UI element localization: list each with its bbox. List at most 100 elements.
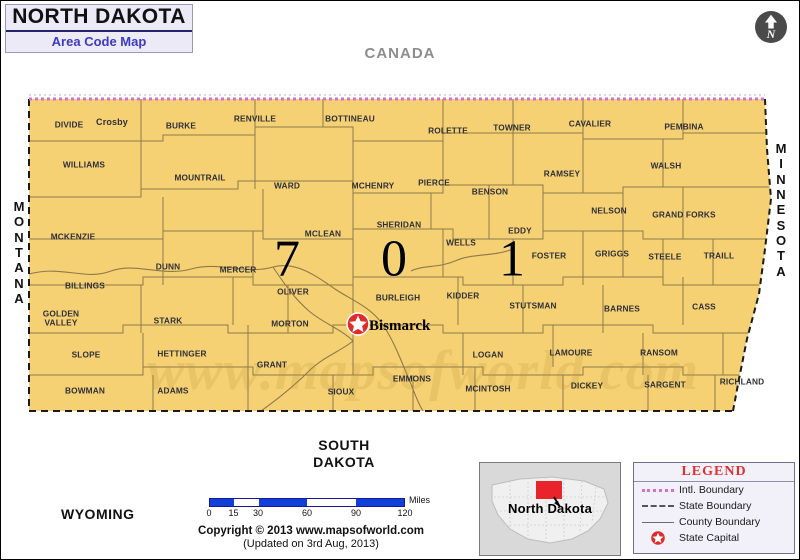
county-label: LAMOURE [549, 347, 593, 358]
area-code-digit-1: 1 [499, 230, 525, 288]
city-label-crosby: Crosby [96, 117, 128, 128]
scale-segment [210, 499, 235, 506]
inset-highlight-north-dakota [536, 481, 562, 499]
county-label: ADAMS [157, 385, 189, 396]
scale-segment [307, 499, 356, 506]
county-label: PIERCE [418, 177, 450, 188]
county-label: RICHLAND [719, 376, 765, 387]
county-label: ROLETTE [428, 125, 468, 136]
county-label: FOSTER [531, 250, 567, 261]
svg-text:N: N [766, 27, 777, 41]
copyright-line-2: (Updated on 3rd Aug, 2013) [243, 538, 379, 550]
county-label: WALSH [650, 160, 682, 171]
label-south-dakota: SOUTH DAKOTA [289, 437, 399, 470]
legend-label-intl-boundary: Intl. Boundary [679, 484, 744, 496]
legend-label-county-boundary: County Boundary [679, 516, 761, 528]
label-south-dakota-line1: SOUTH [318, 437, 370, 453]
county-label: GRIGGS [594, 248, 630, 259]
state-capital-star-icon [345, 311, 371, 342]
county-label: MERCER [219, 264, 257, 275]
county-label: TRAILL [703, 250, 735, 261]
county-label: SHERIDAN [376, 219, 422, 230]
county-label: GRANT [256, 359, 288, 370]
legend-row-county-boundary: County Boundary [634, 514, 794, 530]
label-wyoming: WYOMING [61, 506, 135, 522]
county-label: BILLINGS [65, 280, 105, 291]
scale-tick-label: 15 [228, 508, 239, 518]
county-label: SARGENT [644, 379, 686, 390]
county-boundary-swatch-icon [641, 521, 675, 523]
county-label: BARNES [604, 303, 640, 314]
scale-segment [355, 499, 404, 506]
county-label: EMMONS [392, 373, 432, 384]
capital-label-bismarck: Bismarck [369, 318, 431, 334]
county-label: NELSON [591, 205, 627, 216]
legend-title: LEGEND [634, 463, 794, 482]
page-title: NORTH DAKOTA [6, 5, 192, 33]
county-label: BOWMAN [64, 385, 106, 396]
county-label: MCINTOSH [465, 383, 511, 394]
county-label: WARD [274, 180, 300, 191]
scale-segment [258, 499, 307, 506]
county-label: HETTINGER [157, 348, 207, 359]
county-label: MCHENRY [351, 180, 395, 191]
county-label: MOUNTRAIL [174, 172, 226, 183]
county-label: MCKENZIE [50, 231, 96, 242]
county-label: BURKE [165, 120, 197, 131]
area-code-digit-7: 7 [274, 230, 300, 288]
scale-unit-label: Miles [409, 495, 431, 505]
state-boundary-swatch-icon [641, 505, 675, 507]
legend-row-state-capital: State Capital [634, 530, 794, 546]
scale-bar-track [209, 498, 405, 507]
county-label: DICKEY [570, 380, 604, 391]
county-label: CAVALIER [568, 118, 612, 129]
county-label: RANSOM [640, 347, 678, 358]
county-label: OLIVER [277, 286, 309, 297]
legend-panel: LEGEND Intl. Boundary State Boundary Cou… [633, 462, 795, 554]
map-page: NORTH DAKOTA Area Code Map N CANADA MONT… [1, 1, 799, 559]
intl-boundary-swatch-icon [641, 488, 675, 492]
scale-tick-layer: 0 15 30 60 90 120 [206, 508, 412, 520]
county-label: RENVILLE [233, 113, 277, 124]
county-label: DUNN [155, 261, 181, 272]
legend-row-intl-boundary: Intl. Boundary [634, 482, 794, 498]
county-label: WILLIAMS [62, 159, 106, 170]
legend-label-state-capital: State Capital [679, 532, 740, 544]
county-label: SIOUX [327, 386, 355, 397]
county-label: PEMBINA [664, 121, 704, 132]
scale-segment [234, 499, 259, 506]
compass-north-icon: N [751, 7, 791, 52]
county-label: STUTSMAN [509, 300, 557, 311]
county-label: RAMSEY [543, 168, 581, 179]
county-label: DIVIDE [54, 119, 84, 130]
copyright-line-1: Copyright © 2013 www.mapsofworld.com [198, 525, 424, 537]
county-label: MCLEAN [304, 228, 342, 239]
inset-label-north-dakota: North Dakota [507, 501, 593, 516]
county-label: BOTTINEAU [325, 113, 375, 124]
county-label: CASS [692, 301, 716, 312]
legend-row-state-boundary: State Boundary [634, 498, 794, 514]
county-label: KIDDER [446, 290, 480, 301]
county-label: SLOPE [71, 349, 101, 360]
county-label: LOGAN [472, 349, 504, 360]
copyright-block: Copyright © 2013 www.mapsofworld.com (Up… [151, 525, 471, 550]
county-label: BURLEIGH [375, 292, 421, 303]
state-capital-swatch-icon [641, 530, 675, 546]
label-south-dakota-line2: DAKOTA [313, 453, 375, 470]
county-label: TOWNER [493, 122, 531, 133]
county-label: GRAND FORKS [652, 209, 716, 220]
label-minnesota: MINNESOTA [775, 141, 787, 279]
title-block: NORTH DAKOTA Area Code Map [5, 4, 193, 54]
county-label: STARK [153, 315, 183, 326]
scale-tick-label: 0 [206, 508, 212, 518]
scale-tick-label: 120 [397, 508, 413, 518]
scale-bar: Miles 0 15 30 60 90 120 [206, 495, 430, 520]
county-label: BENSON [471, 186, 509, 197]
scale-tick-label: 90 [350, 508, 362, 518]
county-label: WELLS [446, 237, 476, 248]
county-label: STEELE [648, 251, 682, 262]
scale-tick-label: 30 [252, 508, 264, 518]
locator-inset-map[interactable]: North Dakota [479, 462, 621, 556]
scale-tick-label: 60 [301, 508, 313, 518]
county-label: MORTON [271, 318, 309, 329]
